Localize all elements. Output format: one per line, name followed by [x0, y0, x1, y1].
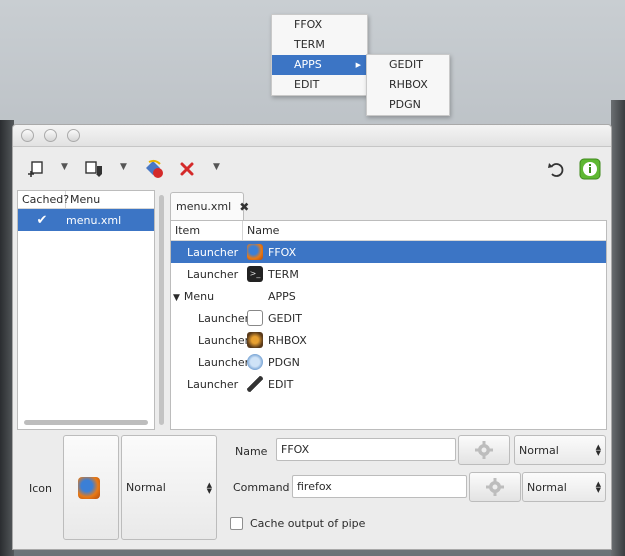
name-settings-button[interactable]	[458, 435, 510, 465]
row-name: EDIT	[268, 377, 294, 391]
name-label: Name	[235, 445, 268, 458]
terminal-icon: >_	[247, 266, 263, 282]
table-row[interactable]: Launcher EDIT	[171, 373, 606, 395]
add-item-dropdown-arrow[interactable]: ▼	[61, 162, 68, 172]
row-item-type: Launcher	[187, 377, 239, 391]
list-item[interactable]: ✔ menu.xml	[18, 209, 154, 231]
icon-mode-select[interactable]: Normal ▲ ▼	[121, 435, 217, 540]
delete-dropdown-arrow[interactable]: ▼	[213, 162, 220, 172]
column-name[interactable]: Name	[243, 224, 279, 237]
row-name: TERM	[268, 267, 299, 281]
icon-mode-value: Normal	[126, 481, 166, 494]
row-name: APPS	[268, 289, 296, 303]
row-name: FFOX	[268, 245, 297, 259]
column-cached[interactable]: Cached?	[18, 191, 69, 208]
editor-window: ▼ ▼ ▼ Cached? Menu ✔ menu.xml menu.xml ✖…	[12, 124, 612, 550]
add-submenu-dropdown-arrow[interactable]: ▼	[120, 162, 127, 172]
row-name: PDGN	[268, 355, 300, 369]
close-window-button[interactable]	[21, 129, 34, 142]
minimize-window-button[interactable]	[44, 129, 57, 142]
row-item-type: Launcher	[187, 245, 239, 259]
horizontal-scrollbar[interactable]	[24, 420, 148, 425]
table-row[interactable]: Launcher PDGN	[171, 351, 606, 373]
row-item-type: Launcher	[198, 333, 250, 347]
column-item[interactable]: Item	[171, 221, 243, 240]
expander-icon[interactable]: ▼	[173, 293, 180, 303]
toolbar: ▼ ▼ ▼	[13, 148, 611, 188]
table-row[interactable]: Launcher >_ TERM	[171, 263, 606, 285]
menu-item-term[interactable]: TERM	[272, 35, 367, 55]
rhbox-icon	[247, 332, 263, 348]
cached-check-icon: ✔	[36, 212, 48, 228]
undo-icon	[548, 163, 564, 177]
add-submenu-button[interactable]	[83, 158, 105, 180]
gedit-icon	[247, 310, 263, 326]
row-name: GEDIT	[268, 311, 302, 325]
menu-files-list: Cached? Menu ✔ menu.xml	[17, 190, 155, 430]
add-submenu-icon	[85, 161, 102, 177]
add-item-icon	[28, 161, 43, 177]
table-row[interactable]: Launcher GEDIT	[171, 307, 606, 329]
table-row[interactable]: Launcher RHBOX	[171, 329, 606, 351]
menu-file-name: menu.xml	[66, 213, 122, 227]
info-icon	[579, 158, 601, 180]
delete-icon	[180, 162, 194, 176]
menu-tree: Item Name Launcher FFOX Launcher >_ TERM …	[170, 220, 607, 430]
undo-button[interactable]	[545, 158, 567, 180]
firefox-icon	[77, 476, 100, 499]
row-item-type: Launcher	[198, 311, 250, 325]
background-building-right	[611, 100, 625, 556]
command-mode-value: Normal	[527, 480, 567, 494]
reload-menu-button[interactable]	[143, 158, 165, 180]
menu-item-apps[interactable]: APPS ▶	[272, 55, 367, 75]
column-menu[interactable]: Menu	[66, 193, 100, 206]
name-mode-select[interactable]: Normal ▲ ▼	[514, 435, 606, 465]
delete-button[interactable]	[176, 158, 198, 180]
row-item-type: Launcher	[198, 355, 250, 369]
pidgin-icon	[247, 354, 263, 370]
command-label: Command	[233, 481, 290, 494]
firefox-icon	[247, 244, 263, 260]
row-name: RHBOX	[268, 333, 307, 347]
menu-item-pdgn[interactable]: PDGN	[367, 95, 449, 115]
edit-icon	[247, 376, 263, 392]
name-mode-value: Normal	[519, 443, 559, 457]
icon-picker-button[interactable]	[63, 435, 119, 540]
updown-icon: ▲ ▼	[595, 443, 601, 457]
table-row[interactable]: Launcher FFOX	[171, 241, 606, 263]
menu-item-rhbox[interactable]: RHBOX	[367, 75, 449, 95]
submenu-arrow-icon: ▶	[355, 61, 361, 69]
info-button[interactable]	[578, 157, 602, 181]
icon-label: Icon	[29, 482, 52, 495]
maximize-window-button[interactable]	[67, 129, 80, 142]
row-item-type: Menu	[183, 289, 215, 303]
reload-menu-icon	[146, 159, 163, 178]
command-settings-button[interactable]	[469, 472, 521, 502]
menu-item-ffox[interactable]: FFOX	[272, 15, 367, 35]
popup-submenu: GEDIT RHBOX PDGN	[366, 54, 450, 116]
updown-icon: ▲ ▼	[595, 480, 601, 494]
command-field[interactable]: firefox	[292, 475, 467, 498]
gear-icon	[486, 478, 504, 496]
gear-icon	[475, 441, 493, 459]
popup-menu: FFOX TERM APPS ▶ EDIT	[271, 14, 368, 96]
updown-icon: ▲ ▼	[206, 480, 212, 495]
row-item-type: Launcher	[187, 267, 239, 281]
blank-icon	[247, 288, 263, 304]
table-row[interactable]: ▼ Menu APPS	[171, 285, 606, 307]
cache-output-label: Cache output of pipe	[250, 517, 366, 530]
title-bar	[13, 125, 611, 147]
menu-item-gedit[interactable]: GEDIT	[367, 55, 449, 75]
menu-item-edit[interactable]: EDIT	[272, 75, 367, 95]
tab-menu-xml[interactable]: menu.xml ✖	[170, 192, 249, 220]
name-field[interactable]: FFOX	[276, 438, 456, 461]
cache-output-checkbox[interactable]	[230, 517, 243, 530]
menu-files-header: Cached? Menu	[18, 191, 154, 209]
vertical-scrollbar[interactable]	[159, 195, 164, 425]
close-tab-icon[interactable]: ✖	[239, 200, 249, 214]
command-mode-select[interactable]: Normal ▲ ▼	[522, 472, 606, 502]
tree-header: Item Name	[171, 221, 606, 241]
add-item-button[interactable]	[25, 158, 47, 180]
tab-label: menu.xml	[176, 200, 232, 213]
